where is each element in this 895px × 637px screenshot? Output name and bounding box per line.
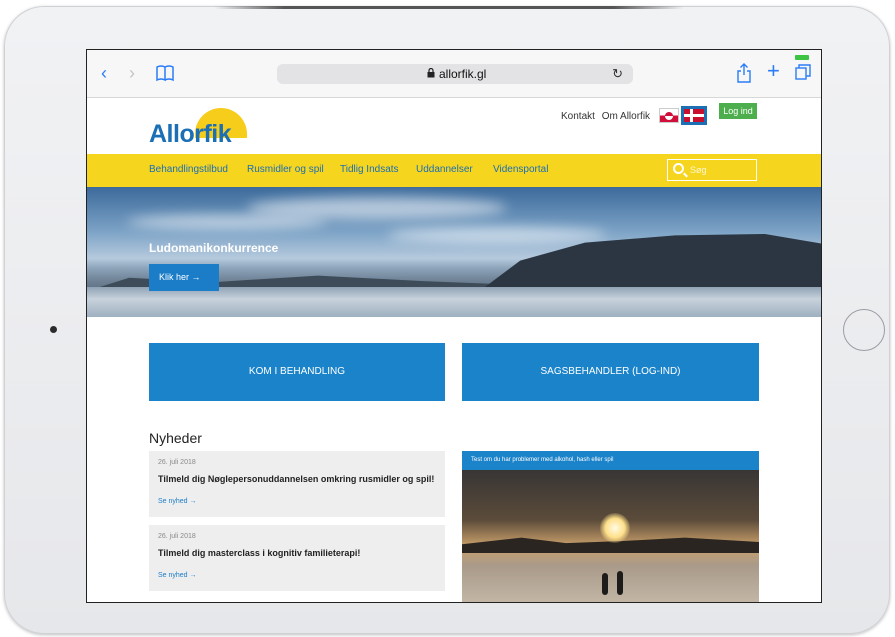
tile-sagsbehandler[interactable]: SAGSBEHANDLER (LOG-IND) [462,343,759,401]
sun-image [600,513,630,543]
person-silhouette [617,571,623,595]
news-title[interactable]: Tilmeld dig Nøglepersonuddannelsen omkri… [158,474,434,484]
search-input[interactable]: Søg [667,159,757,181]
search-icon [673,163,684,174]
hero-button[interactable]: Klik her → [149,264,219,291]
greenland-flag-icon[interactable] [659,108,679,123]
forward-icon[interactable]: › [129,64,135,82]
share-icon[interactable] [737,63,751,88]
browser-toolbar: ‹ › allorfik.gl ↻ + [87,50,821,98]
hero-banner: Ludomanikonkurrence Klik her → [87,187,821,317]
contact-link[interactable]: Kontakt [561,111,595,122]
menu-item-vidensportal[interactable]: Vidensportal [493,164,548,175]
menu-item-uddannelser[interactable]: Uddannelser [416,164,473,175]
main-menu: Behandlingstilbud Rusmidler og spil Tidl… [87,154,821,187]
feature-caption[interactable]: Test om du har problemer med alkohol, ha… [462,451,759,470]
top-links: Kontakt Om Allorfik [561,111,654,122]
denmark-flag-icon[interactable] [681,106,707,125]
tile-kom-i-behandling[interactable]: KOM I BEHANDLING [149,343,445,401]
url-text: allorfik.gl [439,67,487,81]
search-placeholder: Søg [690,165,707,175]
news-heading: Nyheder [149,430,202,446]
bookmarks-icon[interactable] [155,64,175,85]
back-icon[interactable]: ‹ [101,64,107,82]
screen: ‹ › allorfik.gl ↻ + Allorfik Kontakt Om … [86,49,822,603]
cloud [387,227,607,243]
cloud [127,215,327,229]
address-bar[interactable]: allorfik.gl ↻ [277,64,633,84]
device-edge-highlight [214,6,684,9]
feature-card[interactable]: Test om du har problemer med alkohol, ha… [462,451,759,602]
new-tab-icon[interactable]: + [767,60,780,82]
menu-item-tidlig-indsats[interactable]: Tidlig Indsats [340,164,399,175]
hero-title: Ludomanikonkurrence [149,241,279,255]
lock-icon [427,68,435,78]
news-title[interactable]: Tilmeld dig masterclass i kognitiv famil… [158,548,360,558]
ice-water [87,287,821,317]
logo-text: Allorfik [149,120,232,148]
news-date: 26. juli 2018 [158,533,196,540]
news-link[interactable]: Se nyhed → [158,498,197,505]
about-link[interactable]: Om Allorfik [602,111,650,122]
login-button[interactable]: Log ind [719,103,757,119]
news-date: 26. juli 2018 [158,459,196,466]
news-link[interactable]: Se nyhed → [158,572,197,579]
camera [50,326,57,333]
news-item[interactable]: 26. juli 2018 Tilmeld dig masterclass i … [149,525,445,591]
tabs-icon[interactable] [795,64,811,85]
menu-item-behandlingstilbud[interactable]: Behandlingstilbud [149,164,228,175]
allorfik-logo[interactable]: Allorfik [149,108,257,152]
person-silhouette [602,573,608,595]
news-item[interactable]: 26. juli 2018 Tilmeld dig Nøglepersonudd… [149,451,445,517]
battery-icon [795,55,809,60]
reload-icon[interactable]: ↻ [612,66,623,82]
home-button[interactable] [843,309,885,351]
site-header: Allorfik Kontakt Om Allorfik Log ind [87,98,821,154]
menu-item-rusmidler[interactable]: Rusmidler og spil [247,164,324,175]
